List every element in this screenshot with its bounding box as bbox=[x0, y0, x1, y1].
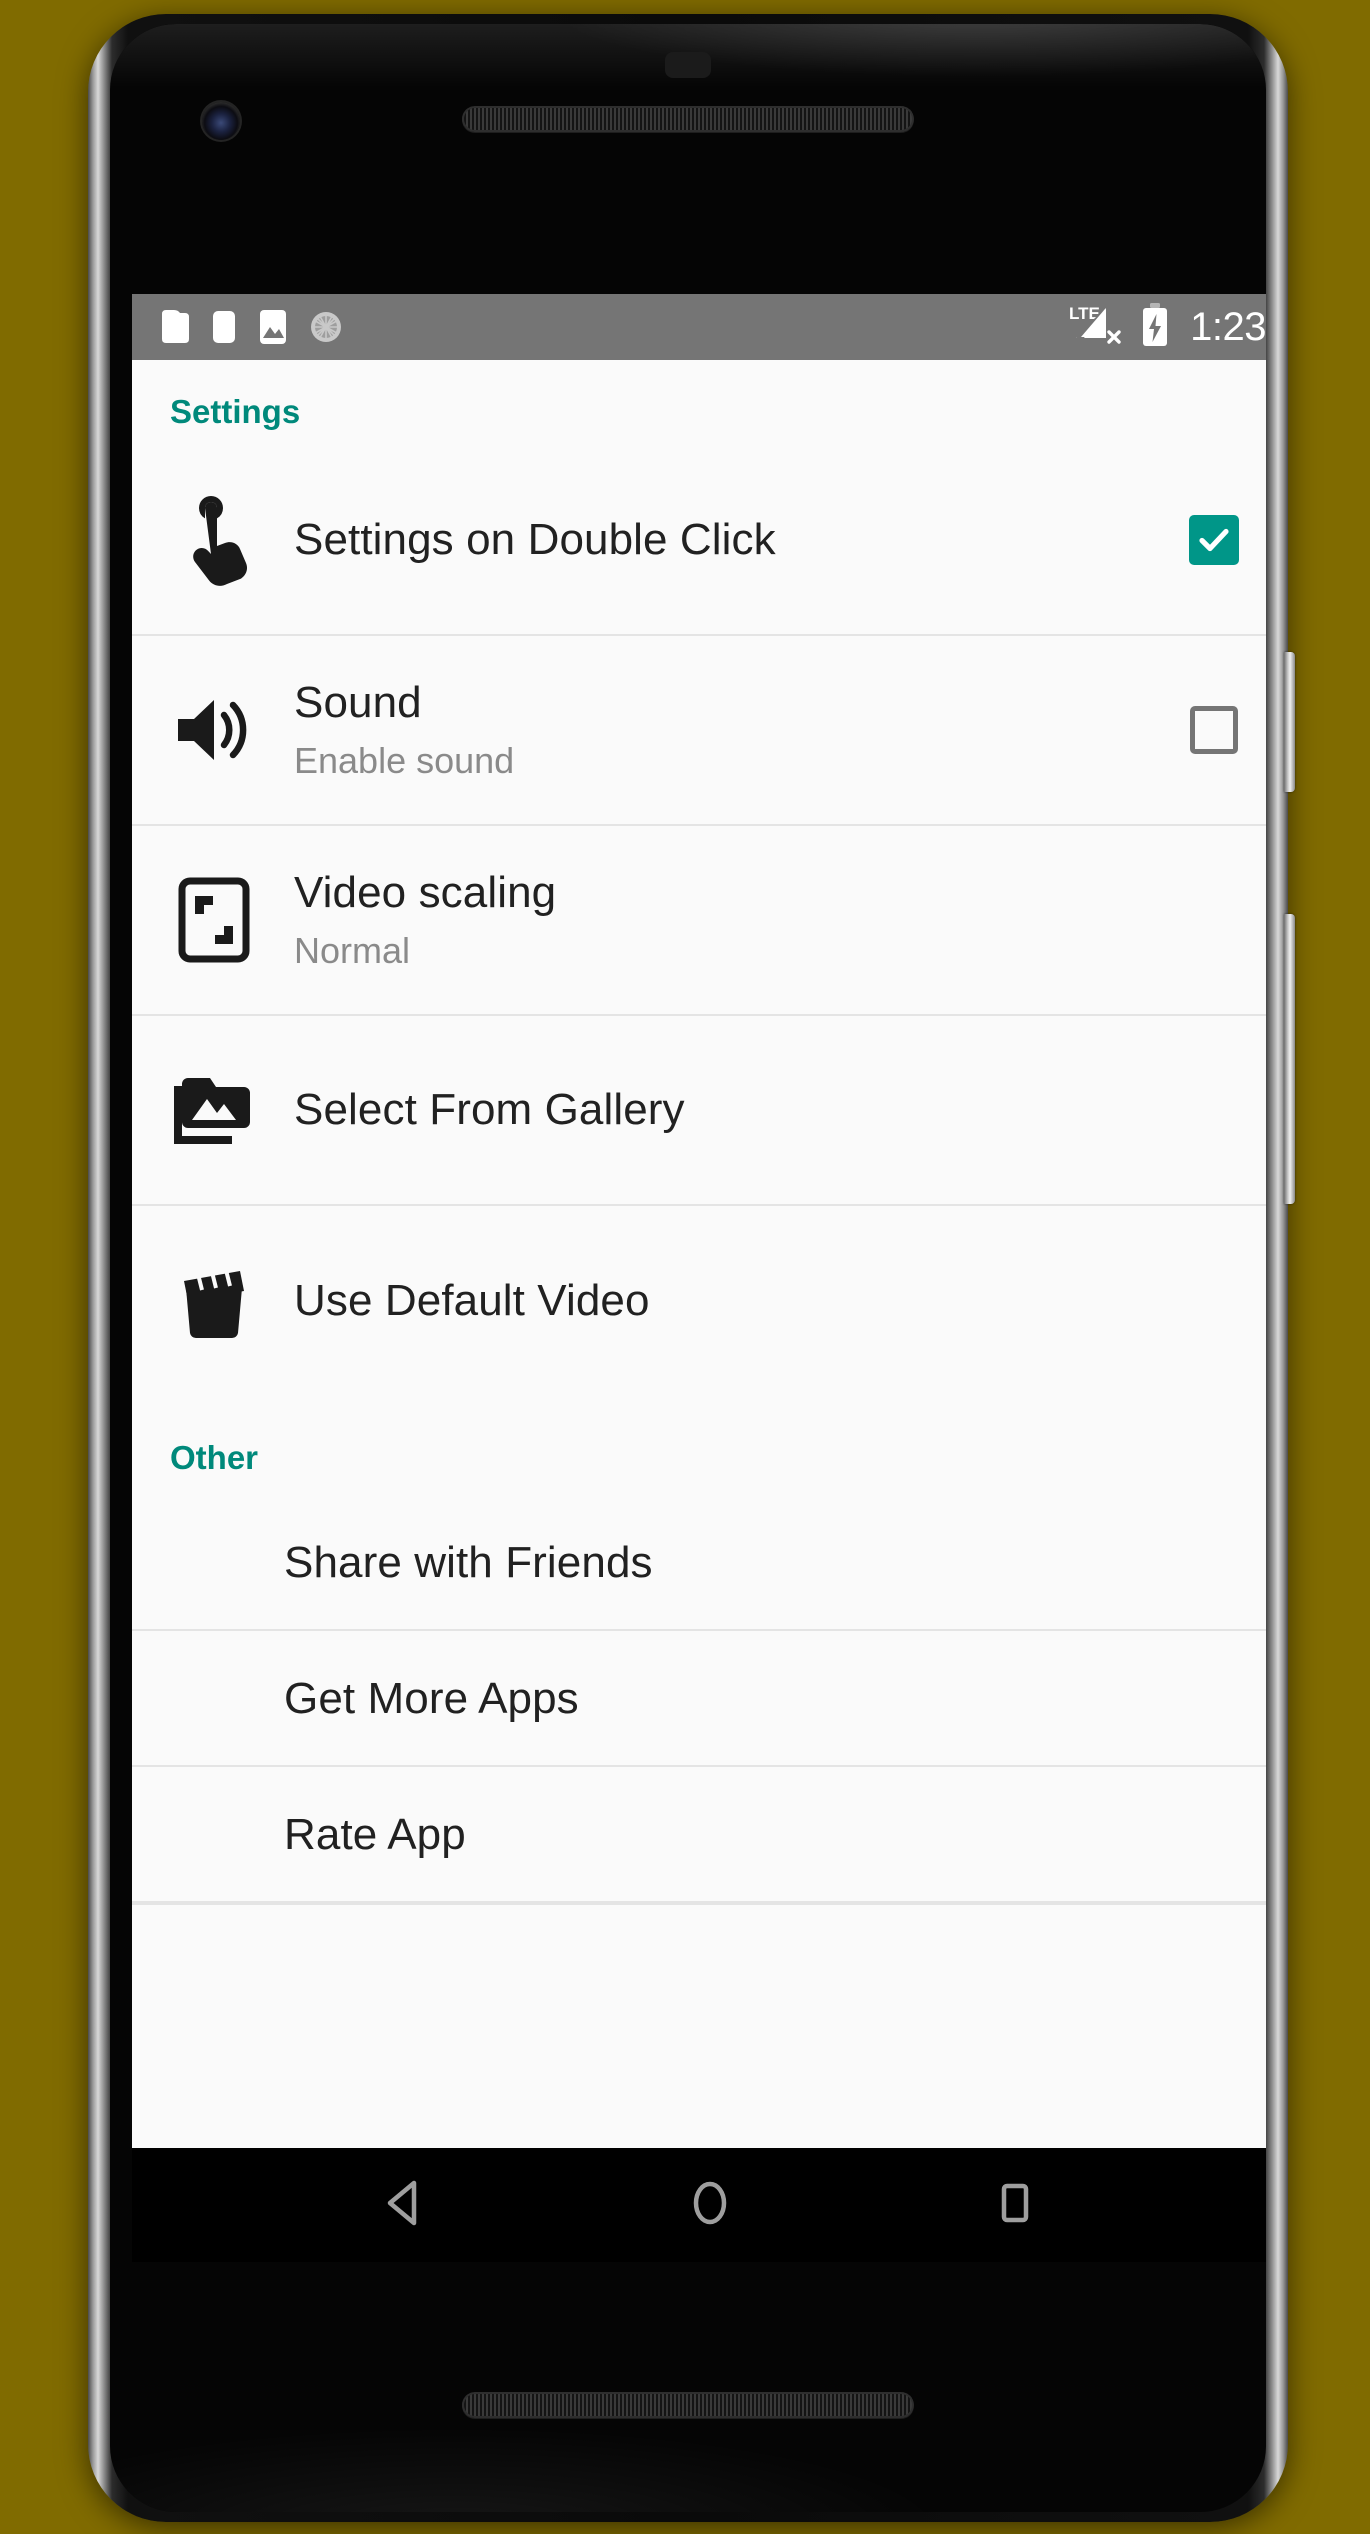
status-bar: LTE 1:23 bbox=[132, 294, 1266, 360]
pref-title: Video scaling bbox=[294, 868, 557, 918]
pref-text-block: Video scaling Normal bbox=[294, 867, 1156, 971]
video-scaling-icon bbox=[168, 876, 260, 964]
phone-screen: LTE 1:23 Settings Settings on Double Cli… bbox=[132, 294, 1266, 2262]
power-button[interactable] bbox=[1284, 652, 1295, 792]
pref-row-get-more-apps[interactable]: Get More Apps bbox=[132, 1631, 1266, 1768]
back-button[interactable] bbox=[345, 2148, 465, 2262]
list-trailing-space bbox=[132, 1903, 1266, 1994]
settings-preference-list[interactable]: Settings Settings on Double Click Sound … bbox=[132, 360, 1266, 2148]
pref-title: Share with Friends bbox=[284, 1537, 653, 1587]
battery-charging-icon bbox=[1140, 302, 1170, 353]
pref-row-select-from-gallery[interactable]: Select From Gallery bbox=[132, 1015, 1266, 1206]
notification-card-small-icon bbox=[210, 308, 238, 346]
movie-clapper-icon bbox=[168, 1261, 260, 1341]
volume-up-icon bbox=[168, 691, 260, 769]
touch-tap-icon bbox=[168, 494, 260, 586]
pref-summary: Enable sound bbox=[294, 739, 515, 781]
pref-summary: Normal bbox=[294, 929, 411, 971]
section-header-settings: Settings bbox=[170, 393, 301, 430]
status-bar-system-area: LTE 1:23 bbox=[1068, 302, 1266, 353]
checkbox-sound[interactable] bbox=[1190, 705, 1238, 754]
earpiece-speaker-grille bbox=[462, 106, 914, 132]
pref-text-block: Sound Enable sound bbox=[294, 677, 1156, 781]
pref-title: Use Default Video bbox=[294, 1276, 650, 1326]
pref-title: Select From Gallery bbox=[294, 1085, 685, 1135]
back-triangle-icon bbox=[381, 2177, 429, 2234]
pref-text-block: Use Default Video bbox=[294, 1275, 1156, 1326]
android-navigation-bar bbox=[132, 2148, 1266, 2262]
pref-title: Rate App bbox=[284, 1809, 466, 1859]
section-header-other: Other bbox=[170, 1438, 259, 1476]
phone-device-frame: LTE 1:23 Settings Settings on Double Cli… bbox=[88, 14, 1295, 2522]
pref-row-share-with-friends[interactable]: Share with Friends bbox=[132, 1495, 1266, 1632]
checkbox-settings-on-double-click[interactable] bbox=[1189, 514, 1239, 565]
sync-spinner-icon bbox=[308, 308, 344, 346]
no-signal-icon: LTE bbox=[1068, 302, 1126, 353]
front-camera-icon bbox=[202, 102, 240, 140]
pref-title: Sound bbox=[294, 678, 422, 728]
pref-widget[interactable] bbox=[1176, 514, 1252, 565]
pref-widget[interactable] bbox=[1176, 705, 1252, 754]
proximity-sensor-icon bbox=[665, 52, 711, 78]
recents-square-icon bbox=[991, 2177, 1039, 2234]
photo-library-icon bbox=[168, 1070, 260, 1150]
pref-text-block: Settings on Double Click bbox=[294, 514, 1156, 565]
status-bar-clock: 1:23 bbox=[1190, 305, 1266, 349]
pref-row-sound[interactable]: Sound Enable sound bbox=[132, 635, 1266, 826]
pref-title: Settings on Double Click bbox=[294, 515, 776, 565]
image-icon bbox=[258, 308, 288, 346]
status-bar-notification-area[interactable] bbox=[158, 308, 344, 346]
pref-text-block: Share with Friends bbox=[168, 1537, 1156, 1588]
pref-row-video-scaling[interactable]: Video scaling Normal bbox=[132, 825, 1266, 1016]
pref-text-block: Select From Gallery bbox=[294, 1084, 1156, 1135]
home-circle-icon bbox=[686, 2177, 734, 2234]
pref-text-block: Get More Apps bbox=[168, 1673, 1156, 1724]
pref-row-settings-on-double-click[interactable]: Settings on Double Click bbox=[132, 445, 1266, 636]
phone-glass-panel: LTE 1:23 Settings Settings on Double Cli… bbox=[110, 24, 1266, 2512]
pref-title: Get More Apps bbox=[284, 1673, 579, 1723]
volume-rocker-button[interactable] bbox=[1284, 914, 1295, 1204]
recents-button[interactable] bbox=[955, 2148, 1075, 2262]
bottom-speaker-grille bbox=[462, 2392, 914, 2418]
home-button[interactable] bbox=[650, 2148, 770, 2262]
notification-card-icon bbox=[158, 308, 190, 346]
pref-text-block: Rate App bbox=[168, 1809, 1156, 1860]
pref-row-rate-app[interactable]: Rate App bbox=[132, 1767, 1266, 1904]
pref-row-use-default-video[interactable]: Use Default Video bbox=[132, 1205, 1266, 1396]
